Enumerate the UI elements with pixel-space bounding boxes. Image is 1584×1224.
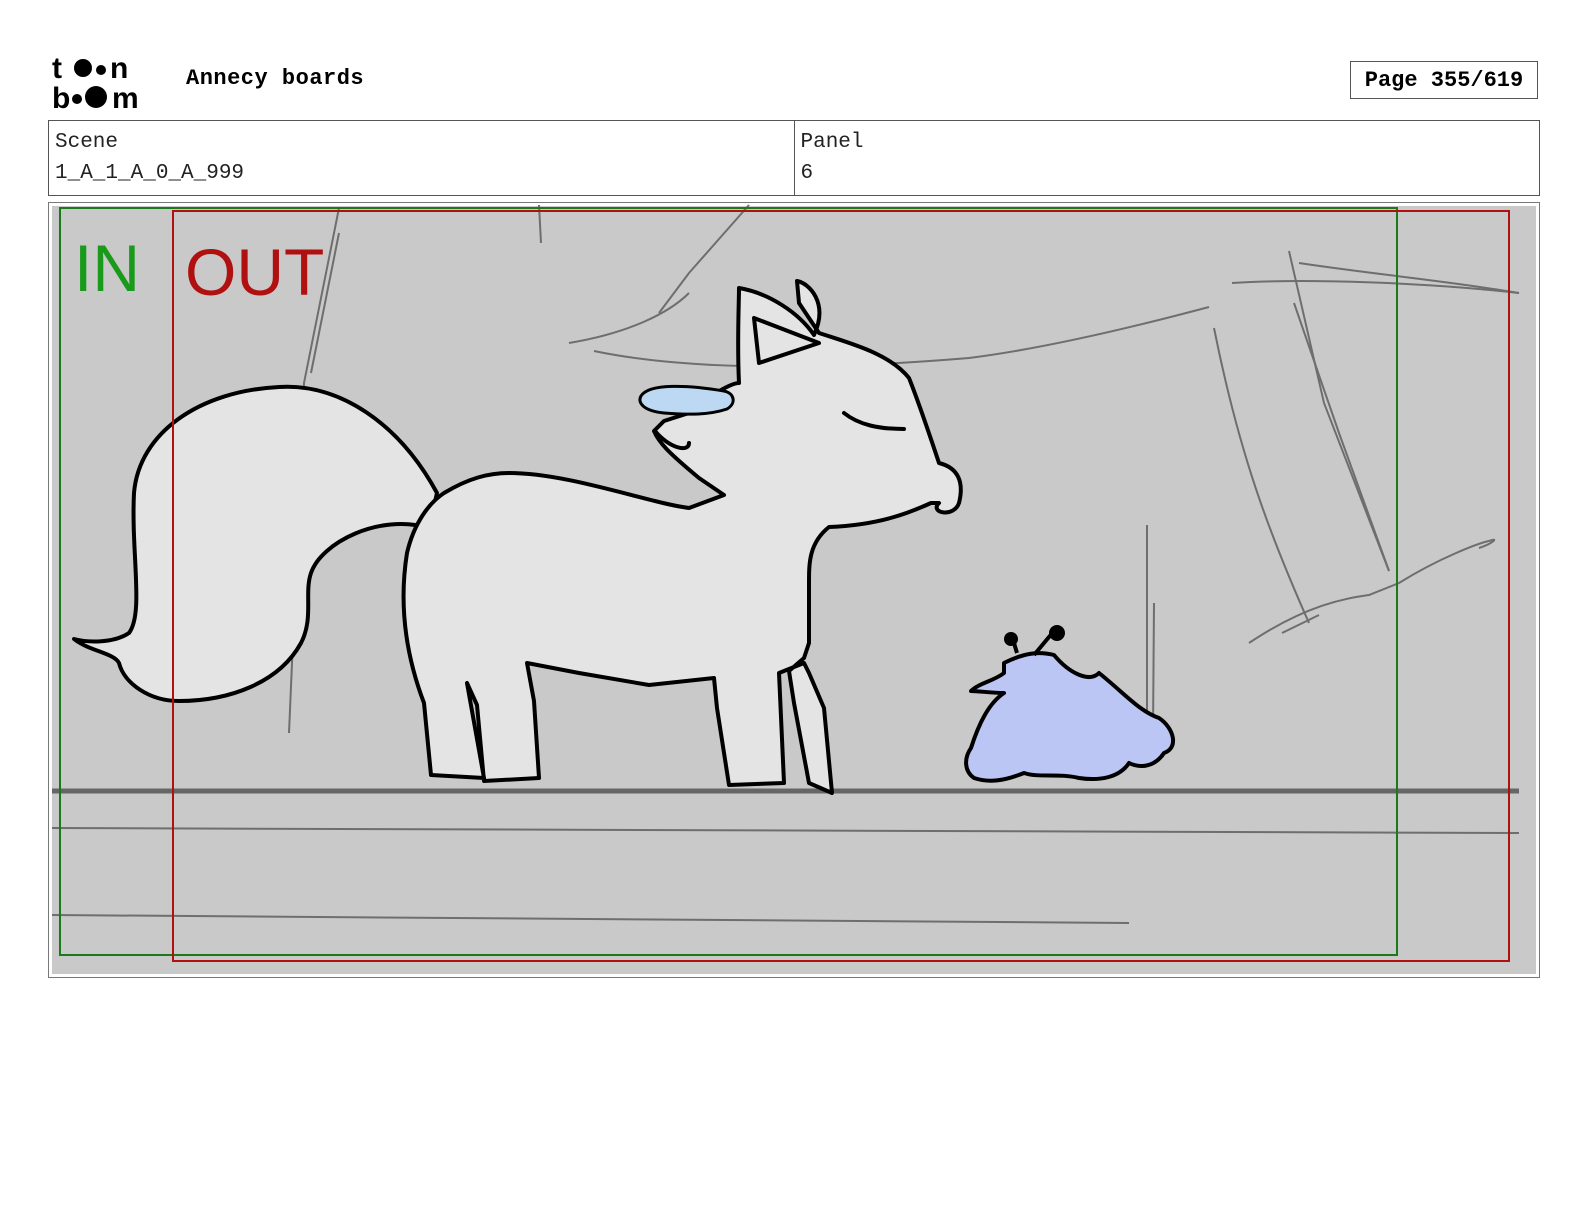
svg-text:n: n — [110, 52, 128, 85]
panel-label: Panel — [800, 131, 864, 154]
panel-value: 6 — [800, 162, 814, 185]
document-title: Annecy boards — [186, 66, 365, 91]
svg-text:m: m — [112, 82, 139, 114]
svg-text:t: t — [52, 52, 62, 85]
out-label: OUT — [185, 235, 324, 309]
scene-panel-info: Scene 1_A_1_A_0_A_999 Panel 6 — [48, 120, 1540, 196]
scene-label: Scene — [55, 131, 119, 154]
panel-drawing: IN OUT — [51, 204, 1536, 974]
scene-cell: Scene 1_A_1_A_0_A_999 — [49, 121, 794, 195]
toon-boom-logo: t n b m — [52, 52, 139, 114]
page-indicator: Page 355/619 — [1350, 61, 1538, 99]
in-label: IN — [74, 231, 140, 305]
storyboard-panel: IN OUT — [48, 202, 1540, 978]
bird-on-fox — [638, 384, 735, 416]
svg-text:b: b — [52, 82, 70, 114]
scene-value: 1_A_1_A_0_A_999 — [55, 162, 245, 185]
panel-cell: Panel 6 — [793, 121, 1540, 195]
